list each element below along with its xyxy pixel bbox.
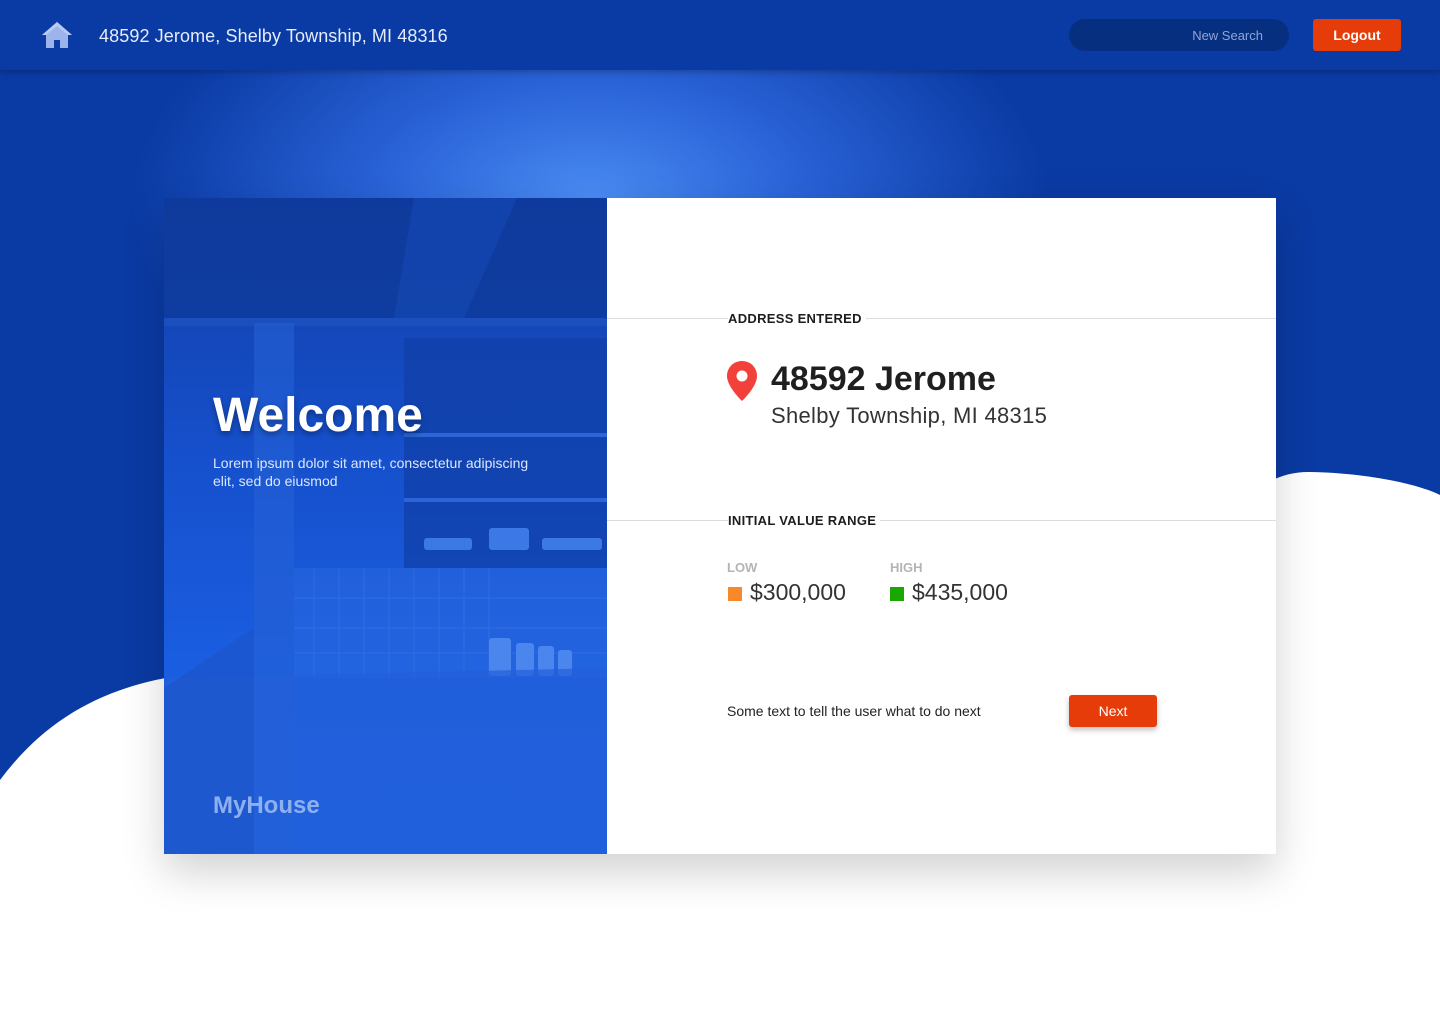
- address-divider: [607, 318, 1276, 319]
- main-card: Welcome Lorem ipsum dolor sit amet, cons…: [164, 198, 1276, 854]
- welcome-text: Lorem ipsum dolor sit amet, consectetur …: [213, 455, 529, 489]
- next-step-hint: Some text to tell the user what to do ne…: [727, 703, 981, 719]
- high-value: $435,000: [912, 579, 1008, 605]
- value-divider: [607, 520, 1276, 521]
- top-header: 48592 Jerome, Shelby Township, MI 48316 …: [0, 0, 1440, 70]
- address-city: Shelby Township, MI 48315: [771, 403, 1048, 428]
- low-swatch: [728, 587, 742, 601]
- new-search-input[interactable]: [1069, 19, 1289, 51]
- map-pin-icon: [727, 361, 757, 401]
- value-range-label: INITIAL VALUE RANGE: [728, 513, 881, 528]
- low-value: $300,000: [750, 579, 846, 605]
- next-button[interactable]: Next: [1069, 695, 1157, 727]
- brand-logo: MyHouse: [213, 792, 320, 819]
- details-panel: ADDRESS ENTERED 48592 Jerome Shelby Town…: [607, 198, 1276, 854]
- header-address: 48592 Jerome, Shelby Township, MI 48316: [99, 26, 448, 46]
- address-section-label: ADDRESS ENTERED: [728, 311, 866, 326]
- high-swatch: [890, 587, 904, 601]
- low-label: LOW: [727, 560, 758, 575]
- home-icon[interactable]: [40, 20, 74, 50]
- kitchen-background-image: [164, 198, 607, 854]
- welcome-title: Welcome: [213, 389, 423, 442]
- address-street: 48592 Jerome: [771, 360, 996, 398]
- high-label: HIGH: [890, 560, 923, 575]
- logout-button[interactable]: Logout: [1313, 19, 1401, 51]
- welcome-panel: Welcome Lorem ipsum dolor sit amet, cons…: [164, 198, 607, 854]
